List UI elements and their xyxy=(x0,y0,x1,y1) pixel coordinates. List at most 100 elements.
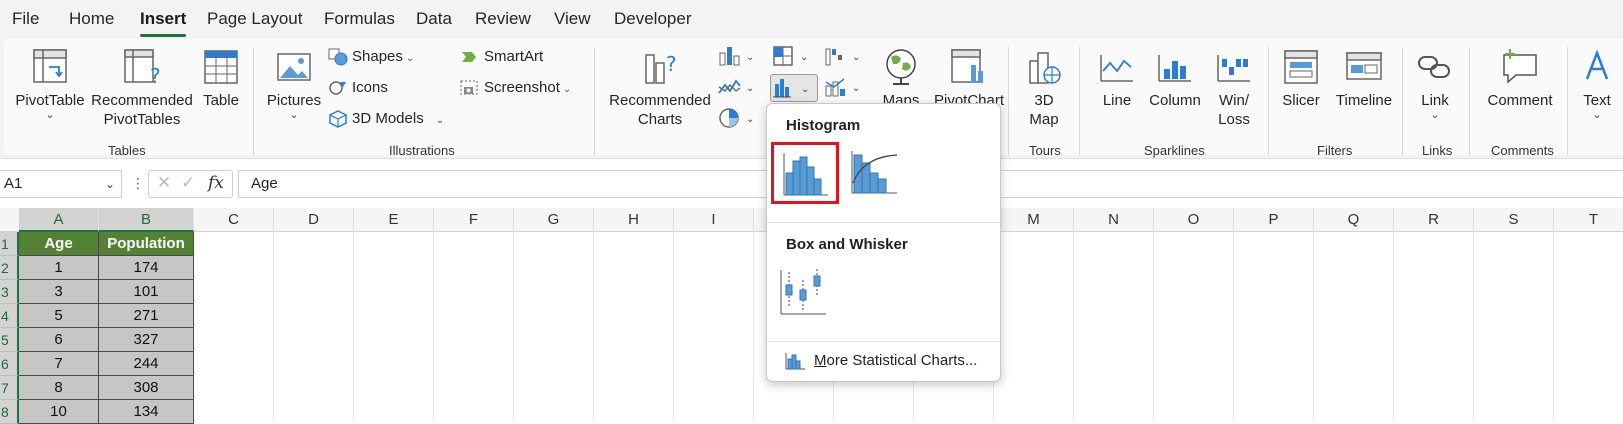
statistic-chart-dropdown: Histogram Box and Whisker More Statistic… xyxy=(766,103,1001,382)
ribbon-separator xyxy=(1008,47,1009,155)
line-chart-button[interactable]: ⌄ xyxy=(718,76,756,103)
column-header-h[interactable]: H xyxy=(594,208,674,232)
statistic-chart-button[interactable]: ⌄ xyxy=(770,74,818,102)
tab-view[interactable]: View xyxy=(554,9,591,29)
row-header-3[interactable]: 3 xyxy=(0,280,19,304)
column-header-e[interactable]: E xyxy=(354,208,434,232)
row-header-4[interactable]: 4 xyxy=(0,304,19,328)
column-header-i[interactable]: I xyxy=(674,208,754,232)
table-cell[interactable]: 101 xyxy=(99,280,194,304)
pie-chart-button[interactable]: ⌄ xyxy=(718,107,756,134)
tab-formulas[interactable]: Formulas xyxy=(324,9,395,29)
row-header-5[interactable]: 5 xyxy=(0,328,19,352)
tab-home[interactable]: Home xyxy=(69,9,114,29)
column-header-m[interactable]: M xyxy=(994,208,1074,232)
text-icon xyxy=(1585,49,1609,80)
column-header-b[interactable]: B xyxy=(99,208,194,232)
table-cell[interactable]: 327 xyxy=(99,328,194,352)
row-header-6[interactable]: 6 xyxy=(0,352,19,376)
table-cell[interactable]: 8 xyxy=(19,376,99,400)
table-cell[interactable]: 271 xyxy=(99,304,194,328)
column-header-r[interactable]: R xyxy=(1394,208,1474,232)
waterfall-chart-button[interactable]: ⌄ xyxy=(824,45,862,72)
hierarchy-chart-button[interactable]: ⌄ xyxy=(772,45,810,72)
tab-developer[interactable]: Developer xyxy=(614,9,692,29)
column-header-o[interactable]: O xyxy=(1154,208,1234,232)
table-header-cell[interactable]: Age xyxy=(19,232,99,256)
maps-button[interactable]: Maps xyxy=(876,47,926,110)
column-chart-button[interactable]: ⌄ xyxy=(718,45,756,72)
table-cell[interactable]: 308 xyxy=(99,376,194,400)
name-box[interactable]: A1 ⌄ xyxy=(0,170,122,198)
column-header-n[interactable]: N xyxy=(1074,208,1154,232)
tab-review[interactable]: Review xyxy=(475,9,531,29)
3d-map-label-2: Map xyxy=(1029,111,1059,128)
tab-file[interactable]: File xyxy=(12,9,39,29)
pareto-chart-option[interactable] xyxy=(843,145,911,207)
column-header-g[interactable]: G xyxy=(514,208,594,232)
3d-models-button[interactable]: 3D Models ⌄ xyxy=(328,108,444,130)
pictures-button[interactable]: Pictures ⌄ xyxy=(266,47,322,121)
table-cell[interactable]: 10 xyxy=(19,400,99,424)
column-header-q[interactable]: Q xyxy=(1314,208,1394,232)
table-cell[interactable]: 3 xyxy=(19,280,99,304)
column-header-t[interactable]: T xyxy=(1554,208,1623,232)
smartart-button[interactable]: SmartArt xyxy=(460,46,543,68)
enter-icon[interactable]: ✓ xyxy=(181,173,195,193)
slicer-button[interactable]: Slicer xyxy=(1276,47,1326,110)
text-button[interactable]: Text ⌄ xyxy=(1574,47,1620,121)
table-header-cell[interactable]: Population xyxy=(99,232,194,256)
table-cell[interactable]: 244 xyxy=(99,352,194,376)
3d-map-button[interactable]: 3D Map xyxy=(1016,47,1072,129)
table-button[interactable]: Table xyxy=(196,47,246,110)
column-header-p[interactable]: P xyxy=(1234,208,1314,232)
comment-button[interactable]: Comment xyxy=(1480,47,1560,110)
column-header-a[interactable]: A xyxy=(19,208,99,232)
column-header-s[interactable]: S xyxy=(1474,208,1554,232)
histogram-chart-option[interactable] xyxy=(771,142,839,204)
sparkline-line-button[interactable]: Line xyxy=(1094,47,1140,110)
more-statistical-charts-link[interactable]: More Statistical Charts... xyxy=(784,352,977,370)
chevron-down-icon[interactable]: ⌄ xyxy=(105,171,115,197)
row-header-2[interactable]: 2 xyxy=(0,256,19,280)
table-cell[interactable]: 7 xyxy=(19,352,99,376)
pivottable-button[interactable]: PivotTable ⌄ xyxy=(12,47,88,121)
combo-chart-icon: ⌄ xyxy=(825,78,860,97)
column-header-c[interactable]: C xyxy=(194,208,274,232)
recommended-pivottables-button[interactable]: ? Recommended PivotTables xyxy=(88,47,196,129)
icons-button[interactable]: Icons xyxy=(328,77,388,99)
table-cell[interactable]: 1 xyxy=(19,256,99,280)
table-cell[interactable]: 174 xyxy=(99,256,194,280)
slicer-label: Slicer xyxy=(1282,92,1320,109)
recommended-charts-button[interactable]: ? Recommended Charts xyxy=(608,47,712,129)
row-header-1[interactable]: 1 xyxy=(0,232,19,256)
tab-insert[interactable]: Insert xyxy=(140,9,187,37)
row-header-7[interactable]: 7 xyxy=(0,376,19,400)
recommended-pivottables-label-2: PivotTables xyxy=(103,111,181,128)
more-options-icon[interactable]: ⋮ xyxy=(131,175,145,192)
column-header-f[interactable]: F xyxy=(434,208,514,232)
row-header-8[interactable]: 8 xyxy=(0,400,19,424)
table-cell[interactable]: 6 xyxy=(19,328,99,352)
insert-function-icon[interactable]: fx xyxy=(208,173,224,193)
sparkline-winloss-button[interactable]: Win/ Loss xyxy=(1209,47,1259,129)
table-cell[interactable]: 134 xyxy=(99,400,194,424)
shapes-button[interactable]: Shapes ⌄ xyxy=(328,46,414,68)
box-and-whisker-chart-option[interactable] xyxy=(774,266,842,328)
pivotchart-button[interactable]: PivotChart xyxy=(930,47,1008,110)
link-button[interactable]: Link ⌄ xyxy=(1410,47,1460,121)
sparkline-column-button[interactable]: Column xyxy=(1146,47,1204,110)
screenshot-button[interactable]: Screenshot ⌄ xyxy=(460,77,571,99)
tab-data[interactable]: Data xyxy=(416,9,452,29)
column-header-d[interactable]: D xyxy=(274,208,354,232)
gridline xyxy=(1233,232,1234,421)
tab-page-layout[interactable]: Page Layout xyxy=(207,9,302,29)
comment-icon xyxy=(1503,49,1537,84)
cancel-icon[interactable]: ✕ xyxy=(157,173,171,193)
3d-models-label: 3D Models xyxy=(352,110,424,127)
combo-chart-button[interactable]: ⌄ xyxy=(824,76,862,103)
group-label-tables: Tables xyxy=(108,143,146,158)
name-box-value: A1 xyxy=(4,175,23,192)
table-cell[interactable]: 5 xyxy=(19,304,99,328)
timeline-button[interactable]: Timeline xyxy=(1332,47,1396,110)
